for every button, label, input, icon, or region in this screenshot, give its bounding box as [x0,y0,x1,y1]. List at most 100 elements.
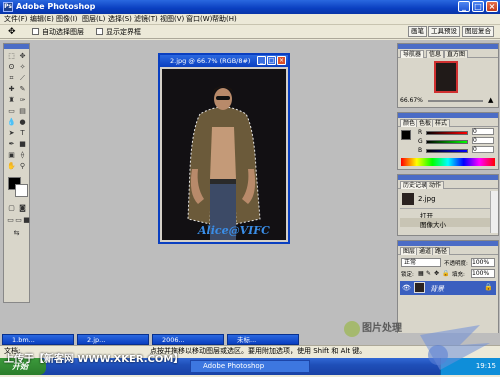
gradient-tool-icon[interactable]: ▤ [18,107,27,116]
shape-tool-icon[interactable]: ■ [18,140,27,149]
lock-image-icon[interactable]: ✎ [426,270,431,277]
menu-select[interactable]: 选择(S) [108,14,132,25]
notes-tool-icon[interactable]: ▣ [7,151,16,160]
document-window[interactable]: 2.jpg @ 66.7% (RGB/8#) _ □ × Alice@VIFC [158,53,290,244]
clone-stamp-tool-icon[interactable]: ♜ [7,96,16,105]
brand-watermark: 图片处理 [340,315,500,375]
menu-window[interactable]: 窗口(W) [186,14,212,25]
crop-tool-icon[interactable]: ⌗ [7,74,16,83]
layer-thumbnail [414,282,425,293]
pen-tool-icon[interactable]: ✒ [7,140,16,149]
document-maximize-button[interactable]: □ [267,56,276,65]
channel-g-slider[interactable] [426,140,468,144]
history-item-row[interactable]: 打开 [400,208,490,220]
color-fg-swatch[interactable] [401,130,411,140]
slice-tool-icon[interactable]: ⟋ [18,74,27,83]
layer-row-background[interactable]: 👁 背景 🔒 [400,281,496,295]
document-close-button[interactable]: × [277,56,286,65]
lock-label: 锁定: [401,272,414,278]
menu-layer[interactable]: 图层(L) [82,14,105,25]
move-tool-icon[interactable]: ✥ [8,27,16,37]
standard-mode-icon[interactable]: ▢ [7,204,16,213]
document-minimize-button[interactable]: _ [257,56,266,65]
photoshop-app-icon: Ps [3,2,13,12]
blend-mode-select[interactable]: 正常 [401,258,441,267]
history-item-row-active[interactable]: 图像大小 [400,218,490,229]
channel-b-slider[interactable] [426,149,468,153]
zoom-in-icon[interactable]: ▲ [488,96,493,104]
document-title: 2.jpg @ 66.7% (RGB/8#) [170,57,251,65]
minimized-doc-2[interactable]: 2.jp... [77,334,149,345]
show-bounding-box-checkbox[interactable] [96,28,103,35]
tab-layer-comps[interactable]: 图层复合 [462,26,494,37]
channel-r-value[interactable]: 0 [472,128,494,135]
image-canvas[interactable]: Alice@VIFC [162,69,286,240]
menu-filter[interactable]: 滤镜(T) [134,14,158,25]
hand-tool-icon[interactable]: ✋ [7,162,16,171]
zoom-tool-icon[interactable]: ⚲ [18,162,27,171]
magic-wand-tool-icon[interactable]: ✧ [18,63,27,72]
background-color-swatch[interactable] [15,184,28,197]
layer-name[interactable]: 背景 [430,284,444,294]
blur-tool-icon[interactable]: 💧 [7,118,16,127]
tab-tool-presets[interactable]: 工具预设 [428,26,460,37]
healing-brush-tool-icon[interactable]: ✚ [7,85,16,94]
history-item-image-size: 图像大小 [420,221,446,229]
menu-bar: 文件(F) 编辑(E) 图像(I) 图层(L) 选择(S) 滤镜(T) 视图(V… [0,14,500,25]
menu-file[interactable]: 文件(F) [4,14,28,25]
lock-all-icon[interactable]: 🔒 [442,270,449,277]
dodge-tool-icon[interactable]: ● [18,118,27,127]
channel-g-value[interactable]: 0 [472,137,494,144]
fill-value[interactable]: 100% [471,269,495,278]
tab-paths[interactable]: 路径 [432,247,451,255]
screen-mode-full-icon[interactable]: ■ [22,216,31,225]
document-title-bar[interactable]: 2.jpg @ 66.7% (RGB/8#) _ □ × [160,55,288,67]
menu-help[interactable]: 帮助(H) [212,14,237,25]
toolbox-header[interactable] [4,44,29,49]
app-title-bar[interactable]: Ps Adobe Photoshop _ □ × [0,0,500,14]
minimized-doc-4[interactable]: 未标... [227,334,299,345]
taskbar-item-label: Adobe Photoshop [203,362,265,370]
menu-edit[interactable]: 编辑(E) [30,14,54,25]
tab-actions[interactable]: 动作 [426,181,445,189]
close-button[interactable]: × [486,1,498,12]
layer-visibility-eye-icon[interactable]: 👁 [402,284,411,292]
eyedropper-tool-icon[interactable]: ⟠ [18,151,27,160]
navigator-zoom-slider[interactable] [428,100,483,102]
opacity-value[interactable]: 100% [471,258,495,267]
show-bounding-box-label: 显示定界框 [106,28,141,36]
history-brush-tool-icon[interactable]: ✑ [18,96,27,105]
lock-transparency-icon[interactable]: ▦ [418,270,424,277]
lasso-tool-icon[interactable]: ʘ [7,63,16,72]
minimized-doc-3[interactable]: 2006... [152,334,224,345]
move-tool-icon-box[interactable]: ✥ [18,52,27,61]
tab-navigator[interactable]: 导航器 [400,50,425,58]
tab-histogram[interactable]: 直方图 [444,50,469,58]
history-scrollbar[interactable] [490,191,498,233]
channel-r-slider[interactable] [426,131,468,135]
maximize-button[interactable]: □ [472,1,484,12]
imageready-jump-icon[interactable]: ⇆ [12,229,21,238]
eraser-tool-icon[interactable]: ▭ [7,107,16,116]
type-tool-icon[interactable]: T [18,129,27,138]
tab-brushes[interactable]: 画笔 [408,26,427,37]
navigator-zoom-value[interactable]: 66.67% [400,97,423,104]
color-spectrum-bar[interactable] [401,158,495,166]
path-selection-tool-icon[interactable]: ➤ [7,129,16,138]
lock-position-icon[interactable]: ✥ [434,270,439,277]
marquee-tool-icon[interactable]: ⬚ [7,52,16,61]
menu-image[interactable]: 图像(I) [56,14,78,25]
menu-view[interactable]: 视图(V) [160,14,184,25]
brush-tool-icon[interactable]: ✎ [18,85,27,94]
taskbar-item-photoshop[interactable]: Adobe Photoshop [190,360,310,373]
auto-select-layer-checkbox[interactable] [32,28,39,35]
minimized-doc-1[interactable]: 1.bm... [2,334,74,345]
history-snapshot-label[interactable]: 2.jpg [418,195,436,203]
quick-mask-icon[interactable]: ◙ [18,204,27,213]
tab-styles[interactable]: 样式 [432,119,451,127]
tab-info[interactable]: 信息 [426,50,445,58]
channel-b-value[interactable]: 0 [472,146,494,153]
fill-label: 填充: [452,272,465,278]
minimize-button[interactable]: _ [458,1,470,12]
navigator-thumbnail[interactable] [434,61,458,93]
